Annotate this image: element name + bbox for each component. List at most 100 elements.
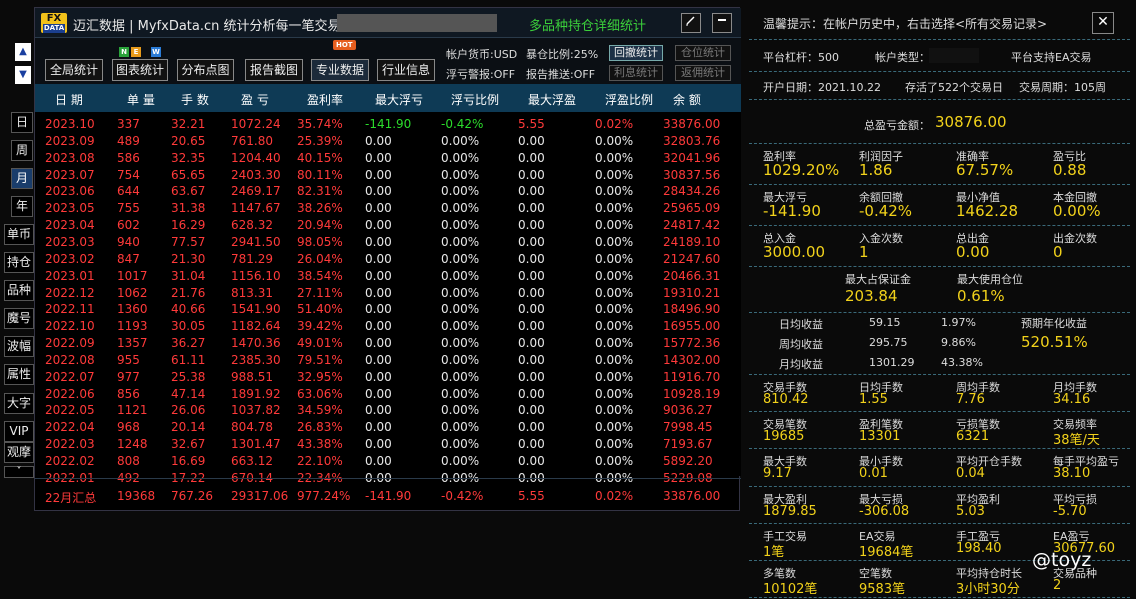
nav-item-1[interactable]: 周	[11, 140, 33, 161]
report-push[interactable]: 报告推送:OFF	[526, 66, 595, 82]
table-cell: 0.00	[518, 386, 545, 401]
nav-item-11[interactable]: VIP	[4, 421, 34, 442]
table-cell: 0.00	[518, 437, 545, 452]
summary-cell: -141.90	[365, 489, 412, 503]
metric-value: -0.42%	[859, 202, 913, 220]
tab-global-stats[interactable]: 全局统计	[45, 59, 103, 81]
column-header-7[interactable]: 最大浮盈	[528, 91, 576, 108]
tab-distribution[interactable]: 分布点图	[177, 59, 234, 81]
table-cell: 337	[117, 117, 140, 131]
table-row[interactable]: 2022.10 1193 30.05 1182.64 39.42% 0.00 0.00% 0.…	[35, 318, 741, 335]
column-header-5[interactable]: 最大浮亏	[375, 91, 423, 108]
edit-button[interactable]	[681, 13, 701, 33]
table-cell: 1182.64	[231, 319, 281, 334]
table-row[interactable]: 2023.02 847 21.30 781.29 26.04% 0.00 0.00% 0.00…	[35, 251, 741, 268]
nav-item-2[interactable]: 月	[11, 168, 33, 189]
nav-item-5[interactable]: 持仓	[4, 252, 34, 273]
rebate-stats-button[interactable]: 返佣统计	[675, 65, 731, 81]
table-cell: 1357	[117, 336, 148, 351]
position-stats-button[interactable]: 仓位统计	[675, 45, 731, 61]
nav-item-3[interactable]: 年	[11, 196, 33, 217]
metric-value: 0	[1053, 243, 1063, 261]
metric-value: 67.57%	[956, 161, 1014, 179]
scroll-down-icon[interactable]: ▼	[15, 66, 31, 84]
nav-item-6[interactable]: 品种	[4, 280, 34, 301]
column-header-8[interactable]: 浮盈比例	[605, 91, 653, 108]
annual-return-value: 520.51%	[1021, 333, 1088, 351]
nav-item-8[interactable]: 波幅	[4, 336, 34, 357]
table-row[interactable]: 2023.03 940 77.57 2941.50 98.05% 0.00 0.00% 0.0…	[35, 234, 741, 251]
metric-value: 9583笔	[859, 582, 906, 597]
table-row[interactable]: 2023.07 754 65.65 2403.30 80.11% 0.00 0.00% 0.0…	[35, 167, 741, 184]
nav-item-0[interactable]: 日	[11, 112, 33, 133]
minimize-icon	[718, 19, 726, 21]
tab-pro-data[interactable]: 专业数据	[311, 59, 369, 81]
table-row[interactable]: 2022.03 1248 32.67 1301.47 43.38% 0.00 0.00% 0.…	[35, 436, 741, 453]
annual-return-label: 预期年化收益	[1021, 317, 1087, 330]
close-button[interactable]: ✕	[1092, 12, 1114, 34]
table-row[interactable]: 2022.08 955 61.11 2385.30 79.51% 0.00 0.00% 0.0…	[35, 352, 741, 369]
tab-industry-info[interactable]: 行业信息	[377, 59, 435, 81]
table-cell: 0.00%	[441, 319, 480, 334]
table-cell: 0.00%	[595, 167, 634, 182]
nav-more-icon[interactable]: ˅	[4, 466, 34, 478]
account-info-box: 平台杠杆：500 帐户类型： 平台支持EA交易	[749, 40, 1130, 72]
table-cell: 0.00%	[441, 251, 480, 266]
table-cell: 489	[117, 133, 140, 148]
column-header-6[interactable]: 浮亏比例	[451, 91, 499, 108]
interest-stats-button[interactable]: 利息统计	[609, 65, 663, 81]
table-row[interactable]: 2022.12 1062 21.76 813.31 27.11% 0.00 0.00% 0.0…	[35, 285, 741, 302]
table-row[interactable]: 2022.06 856 47.14 1891.92 63.06% 0.00 0.00% 0.0…	[35, 386, 741, 403]
table-row[interactable]: 2023.01 1017 31.04 1156.10 38.54% 0.00 0.00% 0.…	[35, 268, 741, 285]
float-warning[interactable]: 浮亏警报:OFF	[446, 66, 515, 82]
nav-item-10[interactable]: 大字	[4, 393, 34, 414]
column-header-4[interactable]: 盈利率	[307, 91, 343, 108]
table-row[interactable]: 2022.11 1360 40.66 1541.90 51.40% 0.00 0.00% 0.…	[35, 301, 741, 318]
nav-item-7[interactable]: 魔号	[4, 308, 34, 329]
column-header-2[interactable]: 手 数	[181, 91, 209, 108]
table-row[interactable]: 2023.04 602 16.29 628.32 20.94% 0.00 0.00% 0.00…	[35, 217, 741, 234]
table-cell: 20.65	[171, 133, 206, 148]
table-row[interactable]: 2023.08 586 32.35 1204.40 40.15% 0.00 0.00% 0.0…	[35, 150, 741, 167]
column-header-0[interactable]: 日 期	[55, 91, 83, 108]
table-cell: 0.00	[518, 302, 545, 317]
table-row[interactable]: 2022.04 968 20.14 804.78 26.83% 0.00 0.00% 0.00…	[35, 419, 741, 436]
table-cell: 0.00	[518, 369, 545, 384]
table-row[interactable]: 2023.05 755 31.38 1147.67 38.26% 0.00 0.00% 0.0…	[35, 200, 741, 217]
table-cell: 2385.30	[231, 352, 281, 367]
table-cell: 16.29	[171, 218, 206, 233]
nav-item-4[interactable]: 单币	[4, 224, 34, 245]
column-header-1[interactable]: 单 量	[127, 91, 155, 108]
table-row[interactable]: 2022.02 808 16.69 663.12 22.10% 0.00 0.00% 0.00…	[35, 453, 741, 470]
monthly-table: 2023.10 337 32.21 1072.24 35.74% -141.90 -0.42…	[35, 112, 741, 485]
metric-value: -306.08	[859, 503, 910, 519]
scroll-up-icon[interactable]: ▲	[15, 43, 31, 61]
ea-support: 平台支持EA交易	[1011, 51, 1092, 64]
table-cell: 808	[117, 454, 140, 468]
table-cell: 0.00%	[595, 369, 634, 384]
table-cell: 0.00	[518, 285, 545, 300]
nav-item-12[interactable]: 观摩	[4, 442, 34, 463]
table-cell: 804.78	[231, 420, 273, 435]
table-cell: 1193	[117, 319, 148, 334]
nav-item-9[interactable]: 属性	[4, 364, 34, 385]
table-row[interactable]: 2022.09 1357 36.27 1470.36 49.01% 0.00 0.00% 0.…	[35, 335, 741, 352]
table-cell: 856	[117, 386, 140, 401]
table-cell: 0.00	[518, 184, 545, 199]
table-row[interactable]: 2022.07 977 25.38 988.51 32.95% 0.00 0.00% 0.00…	[35, 369, 741, 386]
minimize-button[interactable]	[712, 13, 732, 33]
drawdown-stats-button[interactable]: 回撤统计	[609, 45, 663, 61]
table-row[interactable]: 2023.10 337 32.21 1072.24 35.74% -141.90 -0.42…	[35, 116, 741, 133]
tab-chart-stats[interactable]: 图表统计	[112, 59, 168, 81]
table-row[interactable]: 2023.09 489 20.65 761.80 25.39% 0.00 0.00% 0.00…	[35, 133, 741, 150]
tab-report-screenshot[interactable]: 报告截图	[245, 59, 303, 81]
metric-value: 38.10	[1053, 466, 1091, 482]
column-header-3[interactable]: 盈 亏	[241, 91, 269, 108]
table-row[interactable]: 2023.06 644 63.67 2469.17 82.31% 0.00 0.00% 0.0…	[35, 183, 741, 200]
column-header-9[interactable]: 余 额	[673, 91, 701, 108]
table-cell: 0.00%	[595, 184, 634, 199]
metrics-row: 交易笔数 19685 盈利笔数 13301 亏损笔数 6321 交易频率 38笔/天	[749, 412, 1130, 450]
table-row[interactable]: 2022.05 1121 26.06 1037.82 34.59% 0.00 0.00% 0.…	[35, 402, 741, 419]
metric-value: -5.70	[1053, 503, 1087, 519]
table-cell: 21.76	[171, 285, 206, 300]
